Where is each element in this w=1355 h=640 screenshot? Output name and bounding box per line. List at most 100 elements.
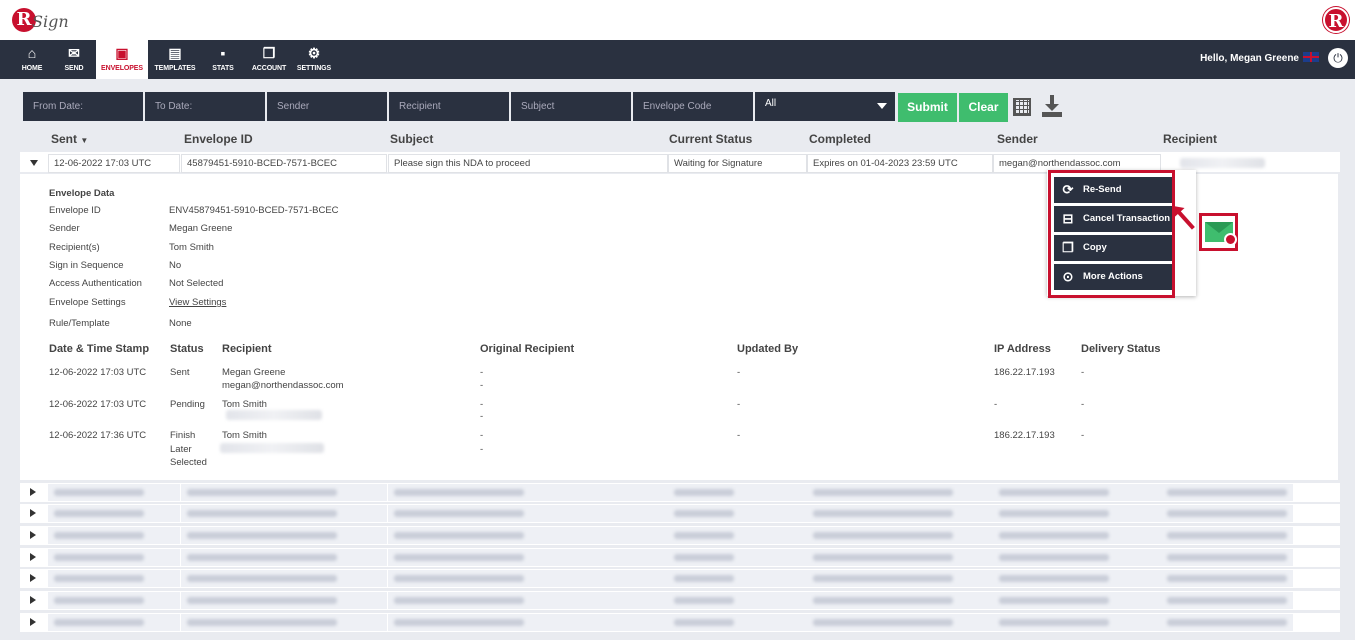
redacted-cell — [1161, 527, 1293, 544]
collapse-arrow-icon[interactable] — [30, 160, 38, 166]
hist-date: 12-06-2022 17:36 UTC — [49, 430, 147, 441]
hist-orig: - — [480, 367, 484, 378]
redacted-cell — [1161, 505, 1293, 522]
table-row[interactable] — [20, 569, 1340, 588]
expand-arrow-icon[interactable] — [30, 488, 36, 496]
redacted-cell — [1161, 570, 1293, 587]
expand-arrow-icon[interactable] — [30, 553, 36, 561]
rsign-logo[interactable]: R Sign — [12, 8, 69, 34]
hist-status: Sent — [170, 367, 190, 378]
download-icon[interactable] — [1040, 94, 1064, 118]
expand-arrow-icon[interactable] — [30, 574, 36, 582]
hist-orig: - — [480, 444, 484, 455]
col-subject[interactable]: Subject — [390, 132, 433, 146]
sort-down-icon: ▼ — [80, 136, 89, 145]
redacted-cell — [668, 614, 807, 631]
envelope-actions-button[interactable] — [1199, 213, 1238, 251]
redacted-cell — [807, 484, 993, 501]
redacted-cell — [48, 505, 180, 522]
home-icon: ⌂ — [27, 45, 37, 61]
redacted-cell — [807, 505, 993, 522]
from-date-input[interactable]: From Date: — [23, 92, 143, 121]
status-select[interactable]: All — [755, 92, 895, 121]
field-label: Envelope ID — [49, 205, 101, 216]
hist-orig: - — [480, 411, 484, 422]
redacted-cell — [668, 505, 807, 522]
clear-button[interactable]: Clear — [959, 93, 1008, 122]
nav-send[interactable]: ✉ SEND — [56, 40, 92, 79]
sender-input[interactable]: Sender — [267, 92, 387, 121]
redacted-cell — [1161, 549, 1293, 566]
submit-button[interactable]: Submit — [898, 93, 957, 122]
mail-icon: ✉ — [68, 45, 80, 61]
expand-arrow-icon[interactable] — [30, 596, 36, 604]
power-icon[interactable]: ⏻ — [1328, 48, 1348, 68]
menu-highlight-frame — [1048, 170, 1175, 298]
top-bar: R Sign R — [0, 0, 1355, 40]
calendar-icon[interactable] — [1013, 98, 1031, 116]
field-value: Not Selected — [169, 278, 224, 289]
expand-arrow-icon[interactable] — [30, 618, 36, 626]
redacted-cell — [807, 527, 993, 544]
redacted-cell — [993, 570, 1161, 587]
cell-sent: 12-06-2022 17:03 UTC — [48, 154, 180, 173]
redacted-cell — [807, 614, 993, 631]
redacted-cell — [807, 570, 993, 587]
subject-input[interactable]: Subject — [511, 92, 631, 121]
view-settings-link[interactable]: View Settings — [169, 297, 226, 308]
hist-updated: - — [737, 367, 741, 378]
redacted-cell — [48, 527, 180, 544]
hist-date: 12-06-2022 17:03 UTC — [49, 367, 147, 378]
cell-status: Waiting for Signature — [668, 154, 807, 173]
table-row[interactable] — [20, 526, 1340, 545]
col-completed[interactable]: Completed — [809, 132, 871, 146]
table-row[interactable] — [20, 504, 1340, 523]
table-row[interactable] — [20, 591, 1340, 610]
cell-recipient-redacted — [1180, 158, 1265, 168]
redacted-cell — [388, 570, 668, 587]
expand-arrow-icon[interactable] — [30, 509, 36, 517]
nav-account[interactable]: ❐ ACCOUNT — [248, 40, 290, 79]
user-greeting[interactable]: Hello, Megan Greene — [1200, 52, 1319, 64]
nav-envelopes-label: ENVELOPES — [101, 65, 143, 72]
redacted-cell — [993, 549, 1161, 566]
hist-col-ip: IP Address — [994, 343, 1051, 355]
hist-status: Finish Later Selected — [170, 430, 207, 468]
account-icon: ❐ — [262, 45, 276, 61]
hist-ip: 186.22.17.193 — [994, 367, 1055, 378]
nav-settings[interactable]: ⚙ SETTINGS — [294, 40, 334, 79]
hist-ip: 186.22.17.193 — [994, 430, 1055, 441]
redacted-cell — [181, 592, 387, 609]
table-row[interactable] — [20, 613, 1340, 632]
nav-home[interactable]: ⌂ HOME — [12, 40, 52, 79]
to-date-input[interactable]: To Date: — [145, 92, 265, 121]
hist-orig: - — [480, 380, 484, 391]
nav-templates[interactable]: ▤ TEMPLATES — [152, 40, 198, 79]
hist-recipient: Tom Smith — [222, 430, 267, 441]
col-current-status[interactable]: Current Status — [669, 132, 752, 146]
redacted-cell — [993, 592, 1161, 609]
field-label: Sender — [49, 223, 80, 234]
expand-arrow-icon[interactable] — [30, 531, 36, 539]
nav-envelopes[interactable]: ▣ ENVELOPES — [96, 40, 148, 79]
table-row[interactable] — [20, 548, 1340, 567]
envelope-code-input[interactable]: Envelope Code — [633, 92, 753, 121]
redacted-cell — [48, 484, 180, 501]
cell-completed: Expires on 01-04-2023 23:59 UTC — [807, 154, 993, 173]
redacted-cell — [807, 549, 993, 566]
col-envelope-id[interactable]: Envelope ID — [184, 132, 253, 146]
redacted-cell — [388, 527, 668, 544]
envelope-data-heading: Envelope Data — [49, 188, 115, 199]
hist-col-original-recipient: Original Recipient — [480, 343, 575, 355]
field-value: No — [169, 260, 182, 271]
table-row[interactable] — [20, 483, 1340, 502]
redacted-cell — [993, 484, 1161, 501]
col-sent[interactable]: Sent ▼ — [51, 132, 88, 146]
col-sender[interactable]: Sender — [997, 132, 1038, 146]
nav-stats[interactable]: ▪ STATS — [204, 40, 242, 79]
redacted-cell — [1161, 614, 1293, 631]
nav-stats-label: STATS — [212, 65, 234, 72]
col-recipient[interactable]: Recipient — [1163, 132, 1217, 146]
nav-templates-label: TEMPLATES — [154, 65, 196, 72]
recipient-input[interactable]: Recipient — [389, 92, 509, 121]
